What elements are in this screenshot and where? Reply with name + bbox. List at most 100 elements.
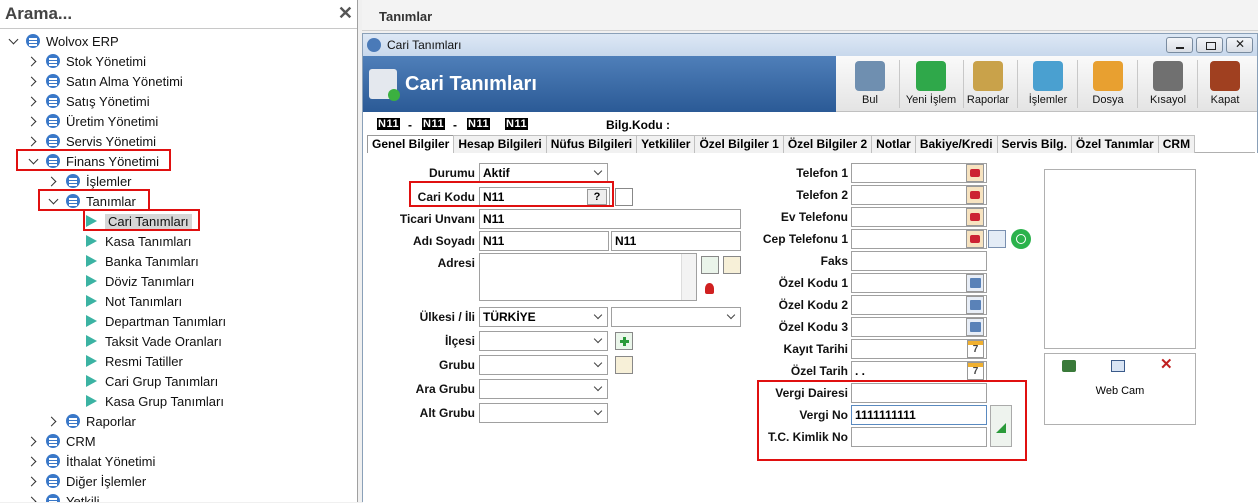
toolbar-button-3[interactable]: İşlemler [1022, 56, 1074, 112]
chevron-right-icon[interactable] [28, 475, 40, 487]
minimize-button[interactable] [1166, 37, 1193, 53]
tree-item[interactable]: Resmi Tatiller [68, 351, 183, 371]
chevron-right-icon[interactable] [28, 115, 40, 127]
tree-item[interactable]: Diğer İşlemler [28, 471, 146, 491]
detail-tab[interactable]: Bakiye/Kredi [914, 135, 998, 153]
tree-item[interactable]: İthalat Yönetimi [28, 451, 155, 471]
detail-tab[interactable]: Genel Bilgiler [367, 135, 455, 153]
chevron-right-icon[interactable] [48, 415, 60, 427]
tree-item[interactable]: Raporlar [48, 411, 136, 431]
calendar-icon[interactable]: 7 [967, 362, 984, 380]
lookup-icon[interactable] [966, 296, 984, 314]
tree-item[interactable]: Üretim Yönetimi [28, 111, 158, 131]
ilce-select[interactable] [479, 331, 608, 351]
tree-item[interactable]: Cari Grup Tanımları [68, 371, 218, 391]
toolbar-button-2[interactable]: Raporlar [962, 56, 1014, 112]
chevron-right-icon[interactable] [48, 175, 60, 187]
toolbar-button-5[interactable]: Kısayol [1142, 56, 1194, 112]
phone-icon[interactable] [966, 164, 984, 182]
pause-icon[interactable] [615, 356, 633, 374]
tree-item[interactable]: Servis Yönetimi [28, 131, 156, 151]
detail-tab[interactable]: Yetkililer [636, 135, 696, 153]
webcam-label[interactable]: Web Cam [1045, 385, 1195, 397]
tree-item[interactable]: Stok Yönetimi [28, 51, 146, 71]
calendar-icon[interactable]: 7 [967, 340, 984, 358]
detail-tab[interactable]: Servis Bilg. [996, 135, 1072, 153]
capture-icon[interactable] [1062, 360, 1076, 372]
document-icon[interactable] [615, 188, 633, 206]
il-select[interactable] [611, 307, 741, 327]
chevron-right-icon[interactable] [28, 55, 40, 67]
tree-item[interactable]: Kasa Tanımları [68, 231, 191, 251]
tree-item[interactable]: Departman Tanımları [68, 311, 226, 331]
tree-item[interactable]: Kasa Grup Tanımları [68, 391, 224, 411]
chevron-right-icon[interactable] [28, 135, 40, 147]
toolbar-button-6[interactable]: Kapat [1202, 56, 1248, 112]
chevron-right-icon[interactable] [28, 95, 40, 107]
detail-tab[interactable]: Hesap Bilgileri [453, 135, 547, 153]
adi-input[interactable]: N11 [479, 231, 609, 251]
tree-item[interactable]: Döviz Tanımları [68, 271, 194, 291]
tree-item[interactable]: Satın Alma Yönetimi [28, 71, 183, 91]
code-bar: N11 - N11 - N11 N11 Bilg.Kodu : [363, 114, 1258, 136]
grubu-select[interactable] [479, 355, 608, 375]
ozel-kodu2-label: Özel Kodu 2 [778, 298, 848, 312]
ulke-select[interactable]: TÜRKİYE [479, 307, 608, 327]
phone-icon[interactable] [966, 208, 984, 226]
whatsapp-icon[interactable] [1011, 229, 1031, 249]
pin-icon[interactable] [701, 281, 719, 299]
detail-tab[interactable]: Özel Bilgiler 1 [694, 135, 784, 153]
tree-item-label: Taksit Vade Oranları [105, 333, 222, 349]
detail-tab[interactable]: Notlar [871, 135, 916, 153]
ticari-unvan-input[interactable]: N11 [479, 209, 741, 229]
maximize-button[interactable] [1196, 37, 1223, 53]
add-icon[interactable] [615, 332, 633, 350]
window-app-icon [367, 38, 381, 52]
tree-item-label: Stok Yönetimi [66, 53, 146, 69]
photo-box[interactable] [1044, 169, 1196, 349]
tree-item[interactable]: CRM [28, 431, 96, 451]
page-tab-tanimlar[interactable]: Tanımlar [379, 9, 432, 24]
alt-grubu-select[interactable] [479, 403, 608, 423]
tree-item[interactable]: Satış Yönetimi [28, 91, 150, 111]
durumu-select[interactable]: Aktif [479, 163, 608, 183]
delete-icon[interactable]: ✕ [1160, 355, 1173, 373]
tree-item[interactable]: Not Tanımları [68, 291, 182, 311]
ara-grubu-select[interactable] [479, 379, 608, 399]
detail-tab[interactable]: Özel Tanımlar [1070, 135, 1159, 153]
adresi-textarea[interactable] [479, 253, 697, 301]
detail-tab[interactable]: Nüfus Bilgileri [545, 135, 638, 153]
chevron-right-icon[interactable] [28, 75, 40, 87]
cari-kodu-highlight [409, 181, 614, 207]
cari-tanimlari-window: Cari Tanımları Cari Tanımları Bul Yeni İş… [362, 33, 1258, 503]
map-icon[interactable] [701, 256, 719, 274]
detail-tab[interactable]: CRM [1157, 135, 1196, 153]
ulke-il-label: Ülkesi / İli [419, 310, 475, 324]
tree-item[interactable]: Taksit Vade Oranları [68, 331, 222, 351]
chevron-down-icon[interactable] [8, 35, 20, 47]
faks-input[interactable] [851, 251, 987, 271]
phone-icon[interactable] [966, 230, 984, 248]
soyadi-input[interactable]: N11 [611, 231, 741, 251]
search-input[interactable]: Arama... [5, 4, 72, 24]
toolbar-button-4[interactable]: Dosya [1082, 56, 1134, 112]
adresi-scrollbar[interactable] [681, 254, 696, 300]
lookup-icon[interactable] [966, 274, 984, 292]
sms-icon[interactable] [988, 230, 1006, 248]
close-window-button[interactable] [1226, 37, 1253, 53]
chevron-right-icon[interactable] [28, 455, 40, 467]
tree-item[interactable]: Yetkili [28, 491, 99, 502]
toolbar-button-1[interactable]: Yeni İşlem [902, 56, 960, 112]
search-bar[interactable]: Arama... ✕ [0, 0, 357, 29]
chevron-right-icon[interactable] [28, 435, 40, 447]
monitor-icon[interactable] [1111, 360, 1125, 372]
phone-icon[interactable] [966, 186, 984, 204]
tree-item[interactable]: İşlemler [48, 171, 132, 191]
tree-item[interactable]: Banka Tanımları [68, 251, 199, 271]
detail-tab[interactable]: Özel Bilgiler 2 [782, 135, 873, 153]
tree-item[interactable]: Wolvox ERP [8, 31, 119, 51]
lookup-icon[interactable] [966, 318, 984, 336]
chevron-right-icon[interactable] [28, 495, 40, 502]
toolbar-button-0[interactable]: Bul [844, 56, 896, 112]
close-icon[interactable]: ✕ [338, 3, 353, 24]
